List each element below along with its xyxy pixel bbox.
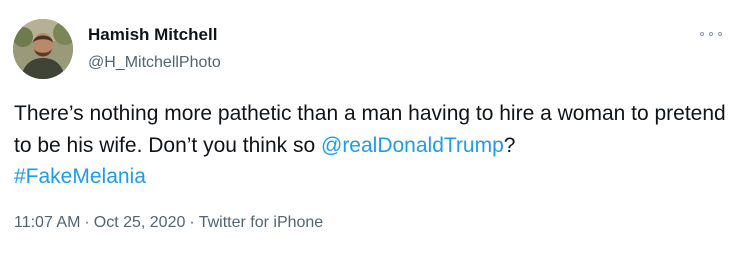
more-options-icon[interactable]	[700, 26, 722, 42]
tweet-date[interactable]: Oct 25, 2020	[94, 214, 186, 231]
tweet-text: There’s nothing more pathetic than a man…	[14, 98, 729, 193]
more-dot	[709, 32, 713, 36]
more-dot	[700, 32, 704, 36]
author-handle[interactable]: @H_MitchellPhoto	[88, 53, 221, 73]
mention-link[interactable]: @realDonaldTrump	[321, 134, 504, 157]
tweet-source[interactable]: Twitter for iPhone	[199, 214, 324, 231]
author-info: Hamish Mitchell @H_MitchellPhoto	[88, 25, 221, 73]
meta-separator: ·	[84, 214, 90, 231]
tweet-text-part2: ?	[503, 133, 516, 157]
author-display-name[interactable]: Hamish Mitchell	[88, 25, 221, 45]
more-dot	[718, 32, 722, 36]
tweet-time[interactable]: 11:07 AM	[14, 214, 80, 231]
hashtag-link[interactable]: #FakeMelania	[14, 165, 146, 188]
tweet-metadata: 11:07 AM · Oct 25, 2020 · Twitter for iPhone	[14, 213, 323, 233]
author-avatar[interactable]	[13, 19, 73, 79]
avatar-photo-icon	[13, 19, 73, 79]
meta-separator: ·	[189, 214, 195, 231]
tweet-card: Hamish Mitchell @H_MitchellPhoto There’s…	[0, 0, 737, 253]
